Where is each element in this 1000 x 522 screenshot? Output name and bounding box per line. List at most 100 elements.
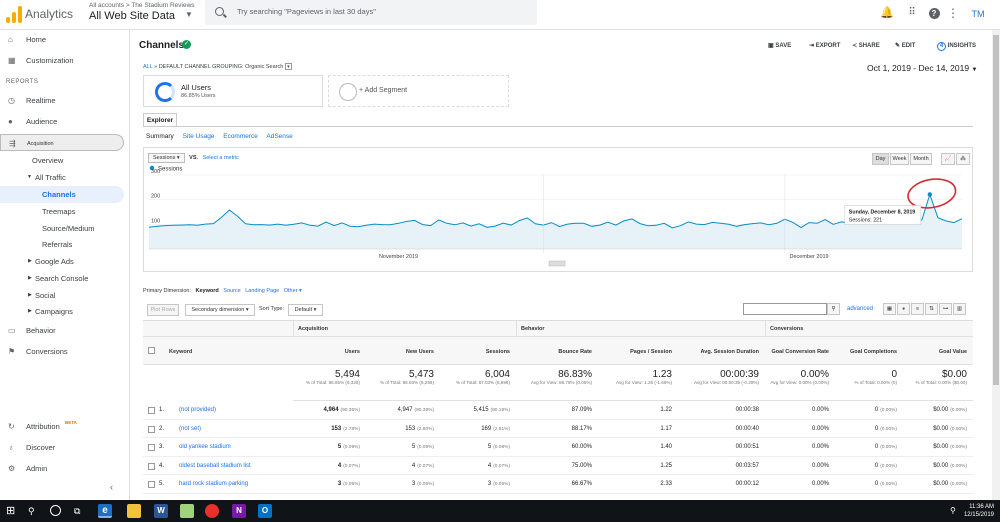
network-icon[interactable]: ⚲ xyxy=(950,506,956,515)
sidebar-item-source-medium[interactable]: Source/Medium xyxy=(0,220,124,237)
scrollbar-thumb[interactable] xyxy=(993,35,999,385)
outlook-icon[interactable]: O xyxy=(258,504,272,518)
sidebar-item-discover[interactable]: ♁ Discover xyxy=(0,439,124,456)
segment-all-users[interactable]: All Users 86.85% Users xyxy=(143,75,323,107)
sidebar-item-home[interactable]: ⌂ Home xyxy=(0,31,124,48)
sidebar-item-all-traffic[interactable]: ▼ All Traffic xyxy=(0,169,124,186)
sort-type-select[interactable]: Default ▾ xyxy=(288,304,323,316)
bell-icon[interactable]: 🔔 xyxy=(880,6,894,20)
cortana-icon[interactable] xyxy=(50,505,61,516)
dimension-landing-page[interactable]: Landing Page xyxy=(245,288,279,294)
sidebar-item-realtime[interactable]: ◷ Realtime xyxy=(0,92,124,109)
file-explorer-icon[interactable] xyxy=(127,504,141,518)
edge-icon[interactable]: e xyxy=(98,504,112,518)
row-checkbox[interactable] xyxy=(148,425,155,433)
onenote-icon[interactable]: N xyxy=(232,504,246,518)
row-checkbox[interactable] xyxy=(148,481,155,488)
pivot-view-icon[interactable]: ▥ xyxy=(953,303,966,315)
sidebar-item-conversions[interactable]: ⚑ Conversions xyxy=(0,343,124,360)
keyword-link[interactable]: hard rock stadium parking xyxy=(179,475,293,493)
save-button[interactable]: ▣ SAVE xyxy=(768,42,791,49)
dimension-other[interactable]: Other ▾ xyxy=(284,288,302,294)
insights-button[interactable]: 4 INSIGHTS xyxy=(937,42,976,51)
performance-view-icon[interactable]: ≡ xyxy=(911,303,924,315)
tab-ecommerce[interactable]: Ecommerce xyxy=(223,133,258,140)
apps-grid-icon[interactable]: ⠿ xyxy=(905,6,919,20)
sidebar-item-channels[interactable]: Channels xyxy=(0,186,124,203)
keyword-link[interactable]: (not provided) xyxy=(179,401,293,419)
taskbar-clock[interactable]: 11:36 AM 12/15/2019 xyxy=(964,503,994,519)
column-header-new-users[interactable]: New Users xyxy=(366,337,440,365)
row-checkbox[interactable] xyxy=(148,407,155,414)
account-breadcrumb[interactable]: All accounts > The Stadium Reviews xyxy=(89,2,195,9)
avatar[interactable]: TM xyxy=(968,5,988,23)
chevron-down-icon[interactable]: ▼ xyxy=(185,10,193,19)
crumb-all-link[interactable]: ALL xyxy=(143,64,153,70)
line-chart-icon[interactable]: 📈 xyxy=(941,153,955,165)
pie-view-icon[interactable]: ◕ xyxy=(897,303,910,315)
comparison-view-icon[interactable]: ⇅ xyxy=(925,303,938,315)
tab-adsense[interactable]: AdSense xyxy=(266,133,292,140)
table-search-input[interactable] xyxy=(743,303,827,315)
term-cloud-icon[interactable]: ⊶ xyxy=(939,303,952,315)
column-header-goal-conversion-rate[interactable]: Goal Conversion Rate xyxy=(765,337,835,365)
more-vert-icon[interactable]: ⋮ xyxy=(946,6,960,20)
chrome-icon[interactable] xyxy=(205,504,219,518)
column-header-users[interactable]: Users xyxy=(293,337,366,365)
select-metric-link[interactable]: Select a metric xyxy=(203,155,239,161)
metric-select[interactable]: Sessions ▾ xyxy=(148,153,185,163)
sidebar-item-treemaps[interactable]: Treemaps xyxy=(0,203,124,220)
keyword-link[interactable]: old yankee stadium xyxy=(179,438,293,456)
keyword-link[interactable]: oldest baseball stadium list xyxy=(179,457,293,475)
day-button[interactable]: Day xyxy=(872,153,889,165)
search-icon[interactable]: ⚲ xyxy=(28,504,42,518)
column-header-bounce-rate[interactable]: Bounce Rate xyxy=(516,337,598,365)
sidebar-item-campaigns[interactable]: ▶ Campaigns xyxy=(0,303,124,320)
sidebar-item-behavior[interactable]: ▭ Behavior xyxy=(0,322,124,339)
windows-start-icon[interactable]: ⊞ xyxy=(6,504,20,518)
page-scrollbar[interactable] xyxy=(992,30,1000,500)
advanced-link[interactable]: advanced xyxy=(847,306,873,312)
column-header-avg-session-duration[interactable]: Avg. Session Duration xyxy=(678,337,765,365)
export-button[interactable]: ⇥ EXPORT xyxy=(809,42,840,49)
sidebar-item-customization[interactable]: ▦ Customization xyxy=(0,52,124,69)
edit-button[interactable]: ✎ EDIT xyxy=(895,42,915,49)
tab-explorer[interactable]: Explorer xyxy=(143,113,177,127)
month-button[interactable]: Month xyxy=(910,153,932,165)
column-header-keyword[interactable]: Keyword xyxy=(143,337,293,365)
sidebar-item-search-console[interactable]: ▶ Search Console xyxy=(0,270,124,287)
sidebar-item-admin[interactable]: ⚙ Admin xyxy=(0,460,124,477)
column-header-goal-value[interactable]: Goal Value xyxy=(903,337,973,365)
dimension-keyword[interactable]: Keyword xyxy=(196,288,219,294)
analytics-logo-icon[interactable] xyxy=(6,5,22,23)
keyword-link[interactable]: (not set) xyxy=(179,420,293,438)
sidebar-item-attribution[interactable]: ↻ Attribution BETA xyxy=(0,418,124,435)
share-button[interactable]: ≺ SHARE xyxy=(852,42,880,49)
column-header-sessions[interactable]: Sessions xyxy=(440,337,516,365)
collapse-sidebar-icon[interactable]: ‹ xyxy=(110,482,113,492)
motion-chart-icon[interactable]: ⁂ xyxy=(956,153,970,165)
column-header-goal-completions[interactable]: Goal Completions xyxy=(835,337,903,365)
task-view-icon[interactable]: ⧉ xyxy=(74,504,88,518)
sidebar-item-social[interactable]: ▶ Social xyxy=(0,287,124,304)
sidebar-item-google-ads[interactable]: ▶ Google Ads xyxy=(0,253,124,270)
sidebar-item-acquisition[interactable]: ⇶ Acquisition xyxy=(0,134,124,151)
secondary-dimension-select[interactable]: Secondary dimension ▾ xyxy=(185,304,255,316)
plot-rows-button[interactable]: Plot Rows xyxy=(147,304,179,316)
sidebar-item-audience[interactable]: ● Audience xyxy=(0,113,124,130)
help-icon[interactable]: ? xyxy=(927,6,941,20)
row-checkbox[interactable] xyxy=(148,444,155,451)
tab-site-usage[interactable]: Site Usage xyxy=(183,133,215,140)
search-icon[interactable]: ⚲ xyxy=(827,303,840,315)
date-range-picker[interactable]: Oct 1, 2019 - Dec 14, 2019 ▼ xyxy=(867,63,977,73)
view-selector[interactable]: All Web Site Data xyxy=(89,10,175,22)
chevron-down-icon[interactable]: ▾ xyxy=(284,63,292,70)
word-icon[interactable]: W xyxy=(154,504,168,518)
table-view-icon[interactable]: ▦ xyxy=(883,303,896,315)
select-all-checkbox[interactable] xyxy=(148,347,155,354)
sidebar-item-overview[interactable]: Overview xyxy=(0,152,124,169)
column-header-pages-session[interactable]: Pages / Session xyxy=(598,337,678,365)
add-segment-button[interactable]: + Add Segment xyxy=(328,75,509,107)
week-button[interactable]: Week xyxy=(890,153,909,165)
search-input[interactable]: Try searching "Pageviews in last 30 days… xyxy=(205,0,537,25)
